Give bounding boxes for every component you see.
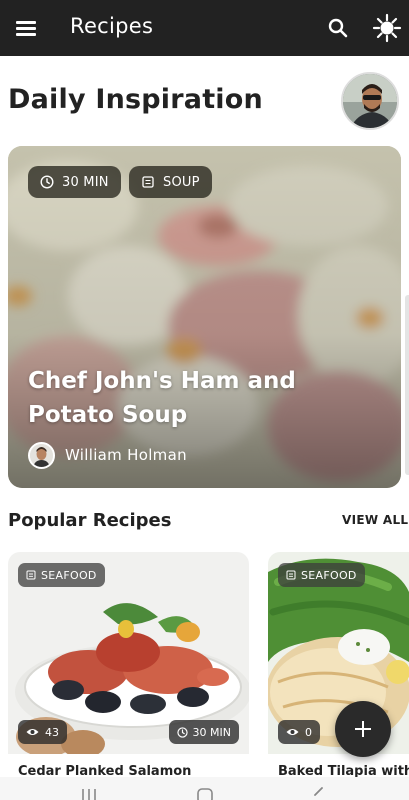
view-count-value: 43 xyxy=(45,725,59,739)
menu-book-icon xyxy=(26,570,36,580)
view-all-link[interactable]: VIEW ALL xyxy=(342,513,408,527)
author-avatar xyxy=(28,441,55,469)
cook-time-chip: 30 MIN xyxy=(28,166,121,198)
cook-time-tag: 30 MIN xyxy=(168,720,239,744)
cook-time-label: 30 MIN xyxy=(62,174,109,190)
category-tag: SEAFOOD xyxy=(18,563,105,587)
menu-book-icon xyxy=(286,570,296,580)
search-icon[interactable] xyxy=(326,16,350,40)
view-count: 0 xyxy=(278,720,320,744)
hamburger-menu-icon[interactable] xyxy=(14,16,38,40)
eye-icon xyxy=(26,729,39,735)
recipe-author[interactable]: William Holman xyxy=(28,441,187,469)
clock-icon xyxy=(176,726,188,738)
home-icon[interactable] xyxy=(196,787,214,800)
category-tag-label: SEAFOOD xyxy=(41,568,97,582)
add-recipe-button[interactable] xyxy=(335,701,391,757)
view-count: 43 xyxy=(18,720,67,744)
menu-book-icon xyxy=(142,176,154,188)
app-bar: Recipes xyxy=(0,0,409,56)
category-tag: SEAFOOD xyxy=(278,563,365,587)
clock-icon xyxy=(40,175,54,189)
system-navigation-bar xyxy=(0,777,409,800)
brightness-icon[interactable] xyxy=(372,13,402,43)
eye-icon xyxy=(286,729,299,735)
scroll-edge-indicator xyxy=(405,295,409,475)
author-name: William Holman xyxy=(65,446,187,464)
back-icon[interactable] xyxy=(312,787,326,800)
app-title: Recipes xyxy=(70,14,154,38)
category-chip[interactable]: SOUP xyxy=(129,166,212,198)
recent-apps-icon[interactable] xyxy=(80,787,98,800)
category-tag-label: SEAFOOD xyxy=(301,568,357,582)
category-label: SOUP xyxy=(163,174,200,190)
featured-recipe-card[interactable]: 30 MIN SOUP Chef John's Ham and Potato S… xyxy=(8,146,401,488)
recipe-card[interactable]: SEAFOOD 0 Baked Tilapia with D xyxy=(268,552,409,800)
recipe-card[interactable]: SEAFOOD 43 30 MIN Cedar Planked Salamon xyxy=(8,552,249,800)
cook-time-value: 30 MIN xyxy=(192,725,231,739)
user-avatar[interactable] xyxy=(341,72,399,130)
section-title-popular-recipes: Popular Recipes xyxy=(8,510,172,531)
view-count-value: 0 xyxy=(305,725,312,739)
section-title-daily-inspiration: Daily Inspiration xyxy=(8,84,263,115)
featured-recipe-title[interactable]: Chef John's Ham and Potato Soup xyxy=(28,364,383,432)
